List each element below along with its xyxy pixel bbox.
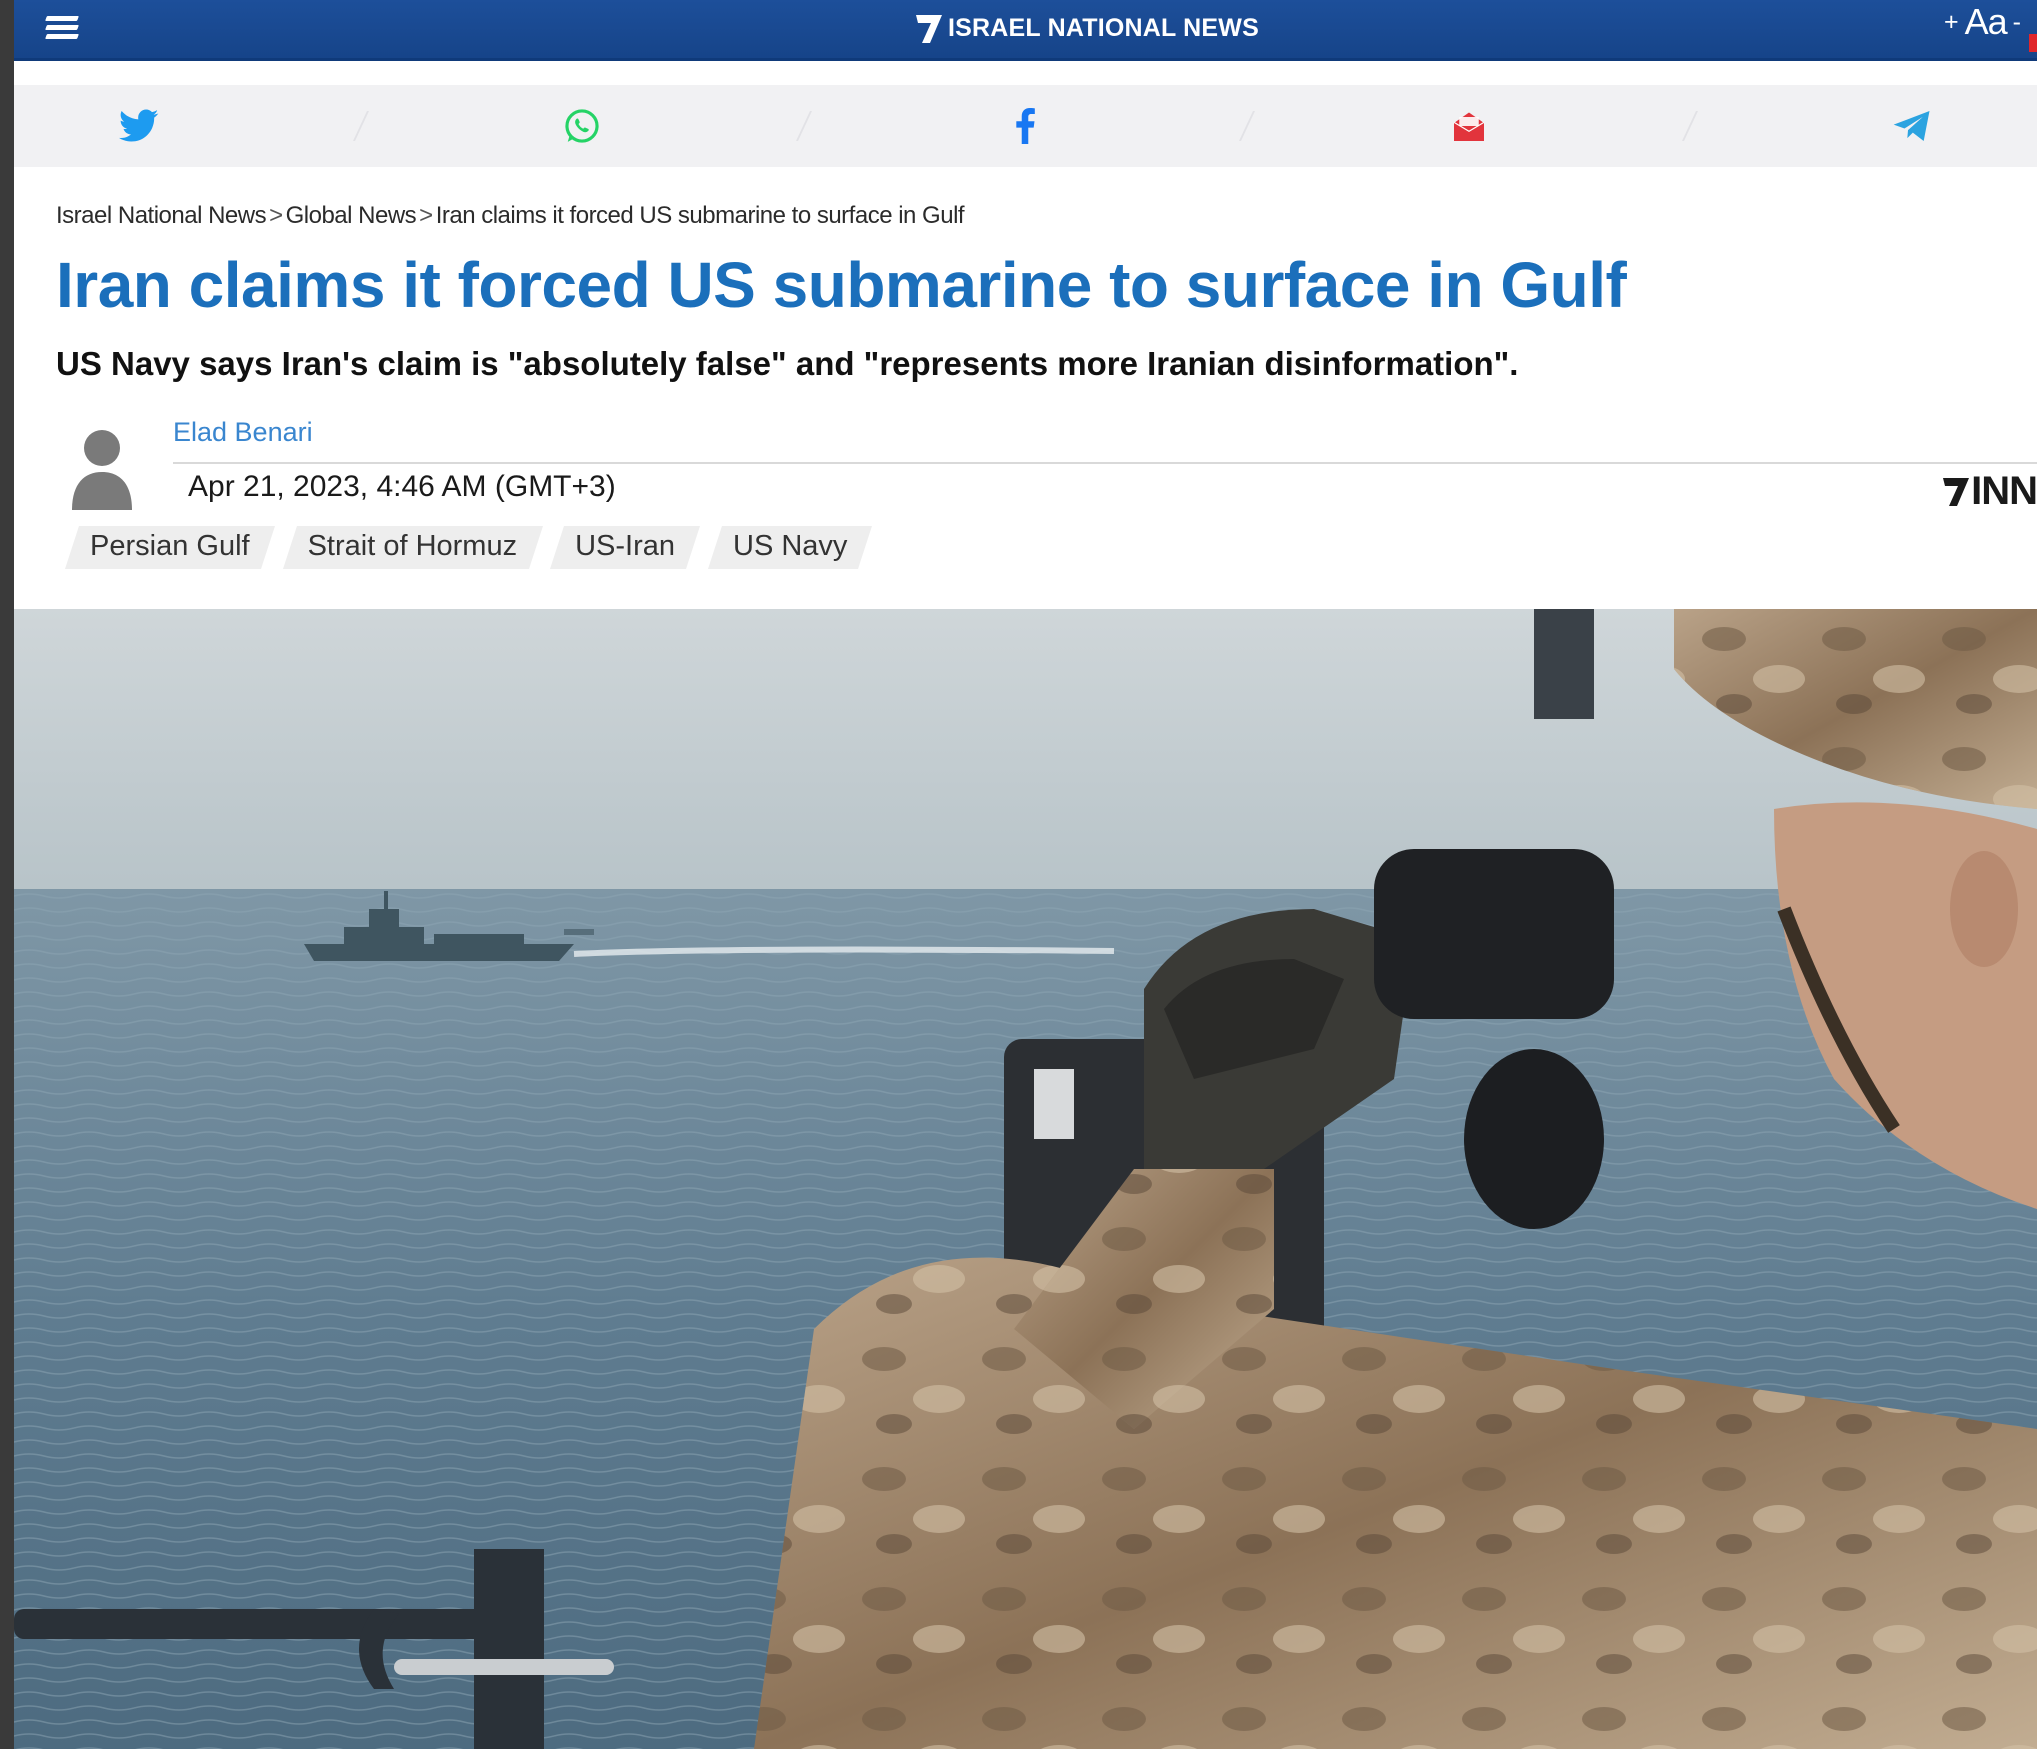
tag-us-navy[interactable]: US Navy	[715, 526, 865, 569]
breadcrumb-current-link[interactable]: Iran claims it forced US submarine to su…	[436, 202, 965, 230]
share-whatsapp-button[interactable]	[552, 96, 612, 156]
whatsapp-icon	[565, 109, 599, 143]
tag-list: Persian Gulf Strait of Hormuz US-Iran US…	[72, 526, 865, 569]
breadcrumb-home-link[interactable]: Israel National News	[56, 202, 267, 230]
inn-logo-mark-icon	[1943, 478, 1970, 506]
share-bar	[14, 85, 2037, 167]
font-size-label: Aa	[1964, 1, 2008, 42]
tag-us-iran[interactable]: US-Iran	[557, 526, 693, 569]
hero-photo	[14, 609, 2037, 1749]
publish-date: Apr 21, 2023, 4:46 AM (GMT+3)	[188, 470, 616, 503]
site-logo[interactable]: ISRAEL NATIONAL NEWS	[914, 6, 1259, 50]
article-subtitle: US Navy says Iran's claim is "absolutely…	[56, 345, 1519, 382]
share-telegram-button[interactable]	[1882, 96, 1942, 156]
breadcrumb: Israel National News > Global News > Ira…	[56, 202, 965, 230]
twitter-icon	[119, 109, 159, 142]
browser-page: ISRAEL NATIONAL NEWS + Aa - Israel Natio…	[14, 0, 2037, 1749]
share-twitter-button[interactable]	[109, 96, 169, 156]
share-facebook-button[interactable]	[995, 96, 1055, 156]
publisher-logo: INN	[1941, 468, 2037, 514]
brand-name: ISRAEL NATIONAL NEWS	[948, 13, 1259, 42]
facebook-icon	[1016, 108, 1036, 144]
author-link[interactable]: Elad Benari	[173, 417, 313, 448]
inn-logo-mark-icon	[916, 15, 942, 43]
hamburger-menu-icon[interactable]	[40, 10, 84, 46]
tag-persian-gulf[interactable]: Persian Gulf	[72, 526, 268, 569]
share-email-button[interactable]	[1439, 96, 1499, 156]
share-divider	[1239, 111, 1255, 141]
hero-image	[14, 609, 2037, 1749]
font-increase-button[interactable]: +	[1944, 8, 1959, 37]
font-decrease-button[interactable]: -	[2013, 8, 2021, 37]
share-divider	[352, 111, 369, 141]
share-divider	[1682, 111, 1699, 141]
article-title: Iran claims it forced US submarine to su…	[56, 249, 1627, 321]
tag-strait-of-hormuz[interactable]: Strait of Hormuz	[290, 526, 536, 569]
breadcrumb-separator: >	[419, 202, 433, 229]
breadcrumb-separator: >	[269, 202, 283, 229]
font-size-controls: + Aa -	[1944, 0, 2021, 44]
email-icon	[1452, 112, 1485, 141]
publisher-logo-text: INN	[1971, 468, 2037, 513]
header-accent	[2029, 34, 2037, 52]
share-divider	[795, 111, 812, 141]
site-header: ISRAEL NATIONAL NEWS + Aa -	[14, 0, 2037, 61]
author-avatar-icon	[72, 430, 132, 510]
breadcrumb-section-link[interactable]: Global News	[286, 202, 417, 230]
telegram-icon	[1893, 111, 1930, 141]
author-divider	[173, 462, 2037, 464]
